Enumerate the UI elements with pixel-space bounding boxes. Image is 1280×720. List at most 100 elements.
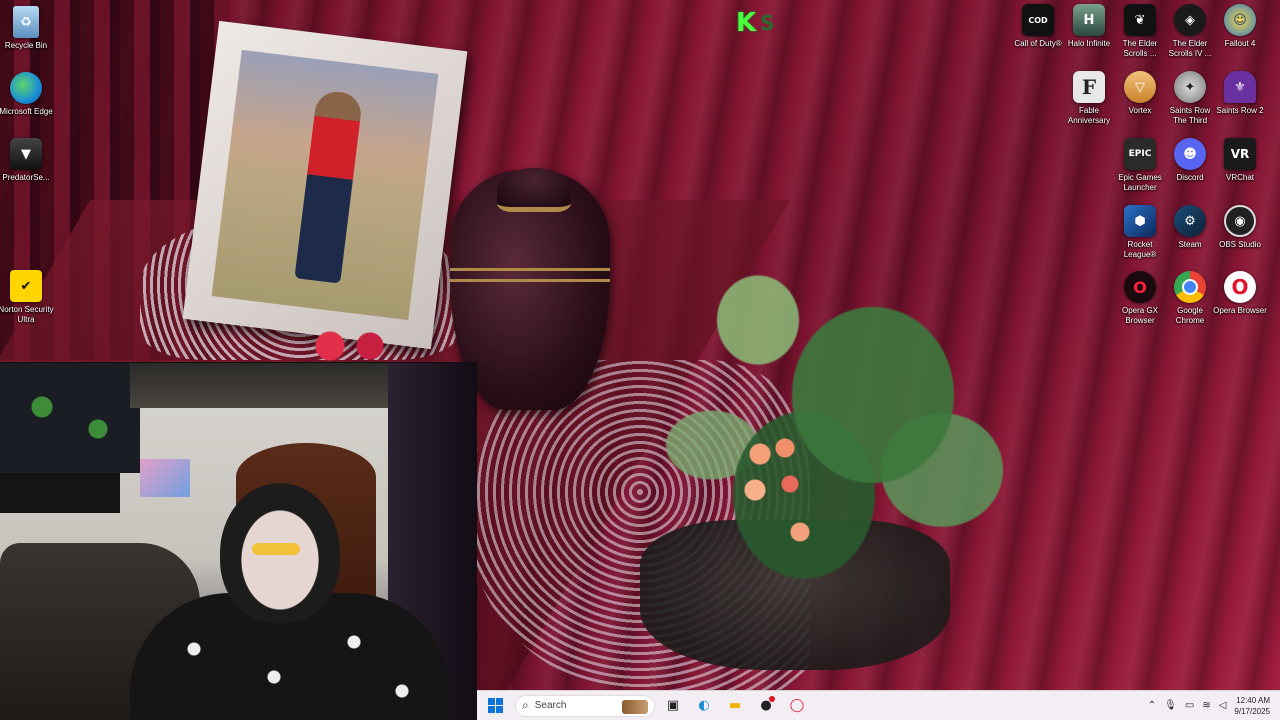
volume-icon[interactable]: ◁ bbox=[1219, 700, 1227, 711]
wallpaper-urn-lid bbox=[497, 168, 571, 212]
webcam-headband bbox=[252, 543, 300, 555]
taskbar-file-explorer-button[interactable]: ▬ bbox=[722, 693, 748, 719]
desktop-icon-label: Epic Games Launcher bbox=[1118, 173, 1162, 192]
desktop-icon-label: Google Chrome bbox=[1175, 306, 1205, 325]
wallpaper-photo-person bbox=[294, 89, 364, 284]
overlay-s-letter: S bbox=[760, 11, 775, 35]
desktop-icon-skyrim[interactable]: ❦ The Elder Scrolls ... bbox=[1114, 4, 1166, 68]
fallout-icon: ☺ bbox=[1224, 4, 1256, 36]
saints-row-icon: ✦ bbox=[1174, 71, 1206, 103]
desktop-icon-label: Fallout 4 bbox=[1224, 39, 1256, 48]
desktop-icon-google-chrome[interactable]: Google Chrome bbox=[1164, 271, 1216, 335]
desktop-icon-label: Recycle Bin bbox=[4, 41, 48, 50]
desktop-icon-saints-row-third[interactable]: ✦ Saints Row The Third bbox=[1164, 71, 1216, 135]
taskbar-edge-button[interactable]: ◐ bbox=[691, 693, 717, 719]
system-tray: ⌃ 🎙 ▭ ≋ ◁ 12:40 AM 9/17/2025 bbox=[1148, 695, 1280, 717]
rocket-league-icon: ⬢ bbox=[1124, 205, 1156, 237]
desktop-icon-saints-row-2[interactable]: ⚜ Saints Row 2 bbox=[1214, 71, 1266, 135]
search-highlight-image bbox=[622, 699, 648, 714]
monitor-icon[interactable]: ▭ bbox=[1185, 700, 1194, 711]
taskbar-opera-button[interactable]: ◯ bbox=[784, 693, 810, 719]
wifi-icon[interactable]: ≋ bbox=[1202, 700, 1210, 711]
oblivion-icon: ◈ bbox=[1174, 4, 1206, 36]
opera-gx-icon: O bbox=[1124, 271, 1156, 303]
search-icon: ⌕ bbox=[522, 698, 529, 712]
desktop-icon-predator-sense[interactable]: ▼ PredatorSe... bbox=[0, 138, 52, 202]
discord-icon: ☻ bbox=[1174, 138, 1206, 170]
stream-overlay-ks: K S bbox=[736, 8, 796, 38]
desktop-icon-label: Call of Duty® bbox=[1014, 39, 1062, 48]
taskbar: ⌕ Search ▣ ◐ ▬ ● ◯ ⌃ 🎙 ▭ ≋ ◁ 12:40 AM 9/… bbox=[477, 690, 1280, 720]
desktop-icon-label: Fable Anniversary bbox=[1067, 106, 1111, 125]
desktop-icon-microsoft-edge[interactable]: Microsoft Edge bbox=[0, 72, 53, 136]
webcam-ceiling bbox=[130, 363, 390, 408]
desktop-icon-discord[interactable]: ☻ Discord bbox=[1164, 138, 1216, 202]
wallpaper-urn-band bbox=[450, 268, 610, 282]
webcam-feed bbox=[0, 362, 477, 720]
desktop-icon-label: Halo Infinite bbox=[1067, 39, 1111, 48]
clock-time: 12:40 AM bbox=[1236, 695, 1270, 705]
desktop-icon-opera[interactable]: O Opera Browser bbox=[1213, 271, 1267, 335]
desktop-icon-label: Saints Row 2 bbox=[1216, 106, 1264, 115]
recorder-icon: ● bbox=[760, 698, 772, 713]
desktop-icon-steam[interactable]: ⚙ Steam bbox=[1164, 205, 1216, 269]
taskbar-search-box[interactable]: ⌕ Search bbox=[515, 694, 655, 717]
edge-icon: ◐ bbox=[698, 698, 710, 713]
desktop-icon-rocket-league[interactable]: ⬢ Rocket League® bbox=[1114, 205, 1166, 269]
desktop-icon-fable[interactable]: F Fable Anniversary bbox=[1063, 71, 1115, 135]
overlay-k-letter: K bbox=[736, 8, 757, 38]
desktop-icon-label: Rocket League® bbox=[1123, 240, 1157, 259]
desktop-icon-label: Steam bbox=[1178, 240, 1202, 249]
obs-icon: ◉ bbox=[1224, 205, 1256, 237]
desktop-icon-oblivion[interactable]: ◈ The Elder Scrolls IV ... bbox=[1164, 4, 1216, 68]
desktop-icon-obs[interactable]: ◉ OBS Studio bbox=[1214, 205, 1266, 269]
task-view-icon: ▣ bbox=[666, 698, 680, 713]
desktop-icon-vrchat[interactable]: VR VRChat bbox=[1214, 138, 1266, 202]
fable-icon: F bbox=[1073, 71, 1105, 103]
desktop-icon-opera-gx[interactable]: O Opera GX Browser bbox=[1114, 271, 1166, 335]
opera-icon: ◯ bbox=[789, 698, 805, 713]
search-placeholder: Search bbox=[534, 700, 567, 711]
desktop-icon-norton[interactable]: ✔ Norton Security Ultra bbox=[0, 270, 54, 334]
desktop-icon-epic-games[interactable]: EPIC Epic Games Launcher bbox=[1114, 138, 1166, 202]
webcam-window bbox=[0, 473, 120, 513]
desktop-icon-label: Opera Browser bbox=[1213, 306, 1267, 315]
taskbar-clock[interactable]: 12:40 AM 9/17/2025 bbox=[1234, 695, 1270, 717]
webcam-tapestry bbox=[0, 363, 140, 473]
taskbar-recorder-button[interactable]: ● bbox=[753, 693, 779, 719]
desktop-icon-halo-infinite[interactable]: H Halo Infinite bbox=[1063, 4, 1115, 68]
norton-icon: ✔ bbox=[10, 270, 42, 302]
desktop-icon-label: The Elder Scrolls IV ... bbox=[1168, 39, 1212, 58]
steam-icon: ⚙ bbox=[1174, 205, 1206, 237]
desktop-icon-label: Discord bbox=[1176, 173, 1204, 182]
taskbar-task-view-button[interactable]: ▣ bbox=[660, 693, 686, 719]
start-button[interactable] bbox=[481, 692, 509, 720]
halo-icon: H bbox=[1073, 4, 1105, 36]
skyrim-icon: ❦ bbox=[1124, 4, 1156, 36]
edge-icon bbox=[10, 72, 42, 104]
desktop-icon-call-of-duty[interactable]: COD Call of Duty® bbox=[1012, 4, 1064, 68]
desktop-icon-label: OBS Studio bbox=[1219, 240, 1261, 249]
desktop-icon-label: Microsoft Edge bbox=[0, 107, 53, 116]
vortex-icon: ▽ bbox=[1124, 71, 1156, 103]
predator-icon: ▼ bbox=[10, 138, 42, 170]
microphone-icon[interactable]: 🎙 bbox=[1164, 700, 1177, 711]
desktop-icon-vortex[interactable]: ▽ Vortex bbox=[1114, 71, 1166, 135]
folder-icon: ▬ bbox=[728, 698, 742, 713]
vrchat-icon: VR bbox=[1224, 138, 1256, 170]
windows-logo-icon bbox=[487, 698, 503, 713]
epic-games-icon: EPIC bbox=[1124, 138, 1156, 170]
saints-row-2-icon: ⚜ bbox=[1224, 71, 1256, 103]
wallpaper-roses bbox=[300, 328, 400, 364]
desktop-icon-fallout-4[interactable]: ☺ Fallout 4 bbox=[1214, 4, 1266, 68]
desktop-icon-label: VRChat bbox=[1225, 173, 1254, 182]
desktop-icon-label: Norton Security Ultra bbox=[0, 305, 54, 324]
desktop-icon-label: Vortex bbox=[1128, 106, 1152, 115]
wallpaper-plant bbox=[620, 170, 1080, 670]
webcam-poster bbox=[140, 459, 190, 497]
desktop-icon-label: PredatorSe... bbox=[2, 173, 50, 182]
chevron-up-icon[interactable]: ⌃ bbox=[1148, 700, 1156, 711]
wallpaper-photo-frame bbox=[182, 20, 468, 350]
desktop-icon-recycle-bin[interactable]: ♻ Recycle Bin bbox=[0, 6, 52, 70]
desktop-icon-label: Opera GX Browser bbox=[1121, 306, 1158, 325]
